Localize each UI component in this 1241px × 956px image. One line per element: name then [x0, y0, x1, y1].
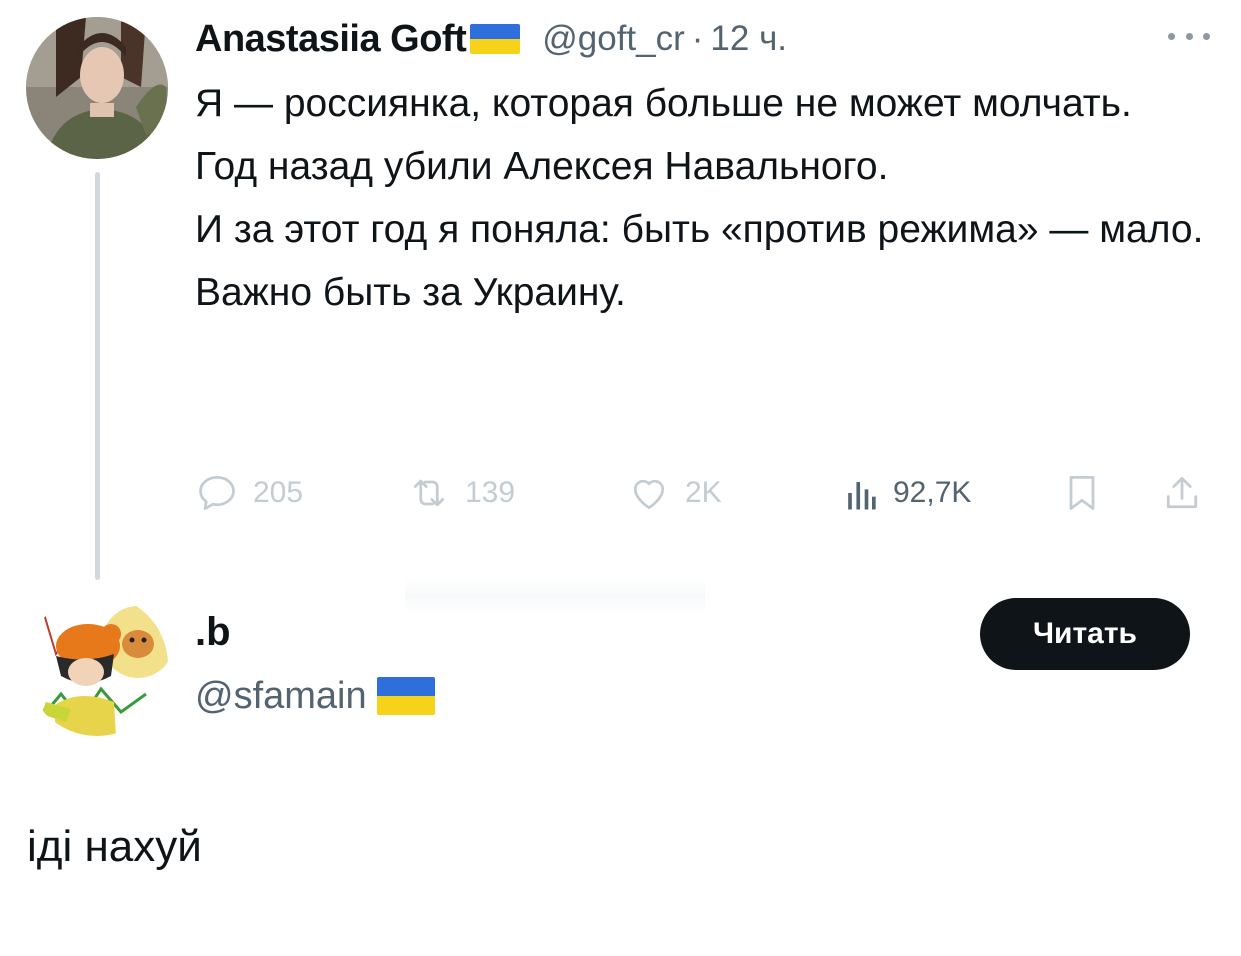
tweet-header: Anastasiia Goft @goft_cr · 12 ч. — [195, 14, 787, 64]
bookmark-button[interactable] — [1060, 465, 1104, 521]
author-avatar[interactable] — [26, 17, 168, 159]
views-button[interactable]: 92,7K — [843, 465, 971, 521]
ukraine-flag-icon — [470, 24, 521, 54]
divider-shadow — [405, 578, 705, 614]
retweet-button[interactable]: 139 — [407, 465, 515, 521]
author-avatar-photo — [26, 17, 168, 159]
ukraine-flag-icon — [376, 677, 435, 715]
retweet-icon — [413, 479, 445, 507]
reply-avatar-illustration — [26, 594, 168, 736]
tweet-actions: 205 139 2K 92,7K — [195, 465, 1215, 521]
author-handle[interactable]: @goft_cr — [542, 19, 685, 59]
author-name[interactable]: Anastasiia Goft — [195, 18, 467, 61]
tweet-text-line: И за этот год я поняла: быть «против реж… — [195, 208, 1204, 251]
separator-dot: · — [691, 19, 704, 58]
like-icon — [633, 479, 665, 510]
tweet-text-line: Важно быть за Украину. — [195, 271, 626, 314]
share-button[interactable] — [1160, 465, 1204, 521]
follow-button[interactable]: Читать — [980, 598, 1190, 670]
retweet-count: 139 — [465, 476, 516, 509]
thread-line — [95, 172, 100, 580]
reply-button[interactable]: 205 — [195, 465, 303, 521]
views-count: 92,7K — [893, 476, 972, 509]
share-icon — [1166, 476, 1198, 509]
more-icon[interactable] — [1168, 26, 1210, 46]
reply-icon — [199, 476, 235, 510]
reply-author-avatar[interactable] — [26, 594, 168, 736]
reply-text: іді нахуй — [27, 822, 202, 871]
reply-author-name[interactable]: .b — [195, 610, 231, 655]
reply-author-handle[interactable]: @sfamain — [195, 675, 367, 718]
like-count: 2K — [685, 476, 722, 509]
tweet-text-line: Год назад убили Алексея Навального. — [195, 145, 889, 188]
reply-count: 205 — [253, 476, 304, 509]
reply-handle-row: @sfamain — [195, 672, 435, 720]
bookmark-icon — [1069, 476, 1095, 510]
like-button[interactable]: 2K — [627, 465, 722, 521]
tweet-text: Я — россиянка, которая больше не может м… — [195, 72, 1205, 324]
tweet-text-line: Я — россиянка, которая больше не может м… — [195, 82, 1132, 125]
views-icon — [848, 482, 876, 510]
tweet-timestamp[interactable]: 12 ч. — [710, 19, 787, 59]
